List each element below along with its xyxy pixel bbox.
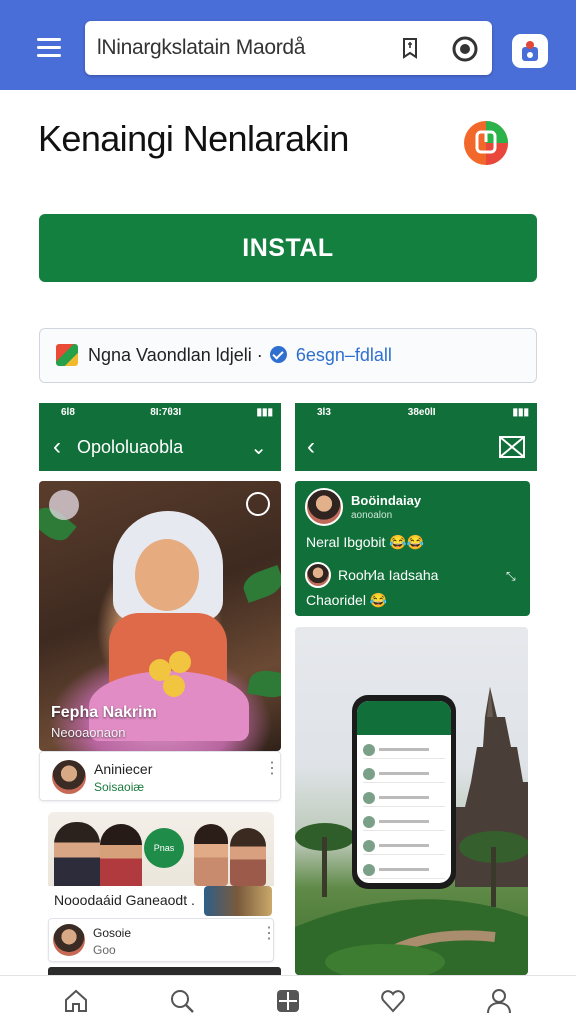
- more-options-icon[interactable]: ⋮: [261, 926, 277, 942]
- phone-mockup: [352, 695, 456, 889]
- phone-list-row: [363, 837, 445, 855]
- battery-icon: ▮▮▮: [256, 407, 273, 418]
- profile-icon[interactable]: [486, 988, 512, 1014]
- browser-toolbar: lNinargkslatain Maordå: [0, 0, 576, 90]
- screenshot-right-header: 3l3 38e0lI ▮▮▮ ‹: [295, 403, 537, 471]
- chat-message: Neral Ibgobit 😂😂: [306, 534, 425, 550]
- chat-message: Chaoridel 😂: [306, 592, 388, 608]
- heart-icon[interactable]: [380, 988, 406, 1014]
- status-bar: 6l8 8I:7θ3I ▮▮▮: [39, 403, 281, 423]
- gift-icon[interactable]: [49, 490, 79, 520]
- install-button[interactable]: INSTAL: [39, 214, 537, 282]
- app-title: Kenaingi Nenlarakin: [38, 118, 349, 159]
- screen-title: Opololuaobla: [77, 436, 184, 457]
- photo-caption: Fepha Nakrim: [51, 704, 157, 721]
- list-item[interactable]: Gosoie Goo ⋮: [48, 918, 277, 962]
- chat-contact-name: Rooh⁄la Iadsaha: [338, 567, 439, 583]
- phone-list-row: [363, 741, 445, 759]
- fruit: [169, 651, 191, 673]
- promo-scene[interactable]: [295, 627, 528, 975]
- status-center: 8I:7θ3I: [150, 407, 182, 418]
- status-time: 3l3: [317, 407, 331, 418]
- photo-subcaption: Neooaonaon: [51, 725, 126, 740]
- phone-screen-header: [357, 701, 451, 735]
- list-item-title: Aniniecer: [94, 761, 153, 777]
- child-photo[interactable]: Fepha Nakrim Neooaonaon: [39, 481, 281, 751]
- status-center: 38e0lI: [407, 407, 436, 418]
- app-store-page: lNinargkslatain Maordå Kenaingi Nenlarak…: [0, 0, 576, 1024]
- tabs-icon[interactable]: [512, 34, 548, 68]
- group-card[interactable]: Pnas Nooodaáid Ganeaodt .: [48, 812, 274, 916]
- avatar: [53, 924, 85, 956]
- chat-time: aonoalon: [351, 510, 393, 521]
- app-logo-icon: [464, 121, 508, 165]
- developer-name: Ngna Vaondlan ldjeli ·: [88, 345, 263, 365]
- address-bar[interactable]: lNinargkslatain Maordå: [85, 21, 492, 75]
- fruit: [163, 675, 185, 697]
- developer-link[interactable]: 6esgn–fdlall: [296, 345, 392, 365]
- person-image: [194, 824, 228, 886]
- phone-list-row: [363, 789, 445, 807]
- avatar: [305, 562, 331, 588]
- bookmark-icon[interactable]: [401, 37, 419, 59]
- camera-lens-icon[interactable]: [452, 36, 478, 62]
- card-caption: Nooodaáid Ganeaodt .: [54, 892, 195, 908]
- chat-contact-name: Boöindaiay: [351, 493, 422, 508]
- child-face: [135, 539, 199, 611]
- developer-card[interactable]: Ngna Vaondlan ldjeli · 6esgn–fdlall: [39, 328, 537, 383]
- bottom-navigation: [0, 975, 576, 1024]
- verified-badge-icon: [269, 346, 287, 363]
- status-time: 6l8: [61, 407, 75, 418]
- person-image: [100, 824, 142, 890]
- apps-icon[interactable]: [275, 988, 301, 1014]
- record-icon[interactable]: [246, 492, 270, 516]
- leaf-decoration: [239, 564, 281, 604]
- person-image: [54, 822, 100, 890]
- battery-icon: ▮▮▮: [512, 407, 529, 418]
- search-icon[interactable]: [169, 988, 195, 1014]
- phone-screen: [357, 701, 451, 883]
- phone-list-row: [363, 765, 445, 783]
- list-item-title: Gosoie: [93, 926, 132, 940]
- home-icon[interactable]: [63, 988, 89, 1014]
- developer-info: Ngna Vaondlan ldjeli · 6esgn–fdlall: [88, 345, 392, 366]
- chat-panel[interactable]: Boöindaiay aonoalon Neral Ibgobit 😂😂 Roo…: [295, 481, 530, 616]
- back-arrow-icon[interactable]: ‹: [53, 433, 61, 461]
- avatar: [305, 488, 343, 526]
- list-item-subtitle: Soisaoiæ: [94, 780, 145, 794]
- thumbnail-image[interactable]: [204, 886, 272, 916]
- person-image: [230, 828, 266, 886]
- url-text[interactable]: lNinargkslatain Maordå: [97, 36, 305, 60]
- more-options-icon[interactable]: ⋮: [264, 761, 280, 777]
- chevron-down-icon[interactable]: ⌄: [250, 435, 267, 460]
- phone-list-row: [363, 813, 445, 831]
- expand-icon[interactable]: ⤡: [506, 569, 516, 584]
- leaf-decoration: [247, 667, 281, 701]
- phone-list-row: [363, 861, 445, 879]
- hamburger-menu-icon[interactable]: [37, 38, 61, 58]
- list-item-subtitle: Goo: [93, 943, 116, 957]
- mail-icon[interactable]: [499, 436, 525, 458]
- screenshot-left-header: 6l8 8I:7θ3I ▮▮▮ ‹ Opololuaobla ⌄: [39, 403, 281, 471]
- chat-bubble-logo: Pnas: [144, 828, 184, 868]
- back-arrow-icon[interactable]: ‹: [307, 433, 315, 461]
- status-bar: 3l3 38e0lI ▮▮▮: [295, 403, 537, 423]
- avatar: [52, 760, 86, 794]
- developer-logo-icon: [56, 344, 78, 366]
- list-item[interactable]: Aniniecer Soisaoiæ ⋮: [39, 751, 281, 801]
